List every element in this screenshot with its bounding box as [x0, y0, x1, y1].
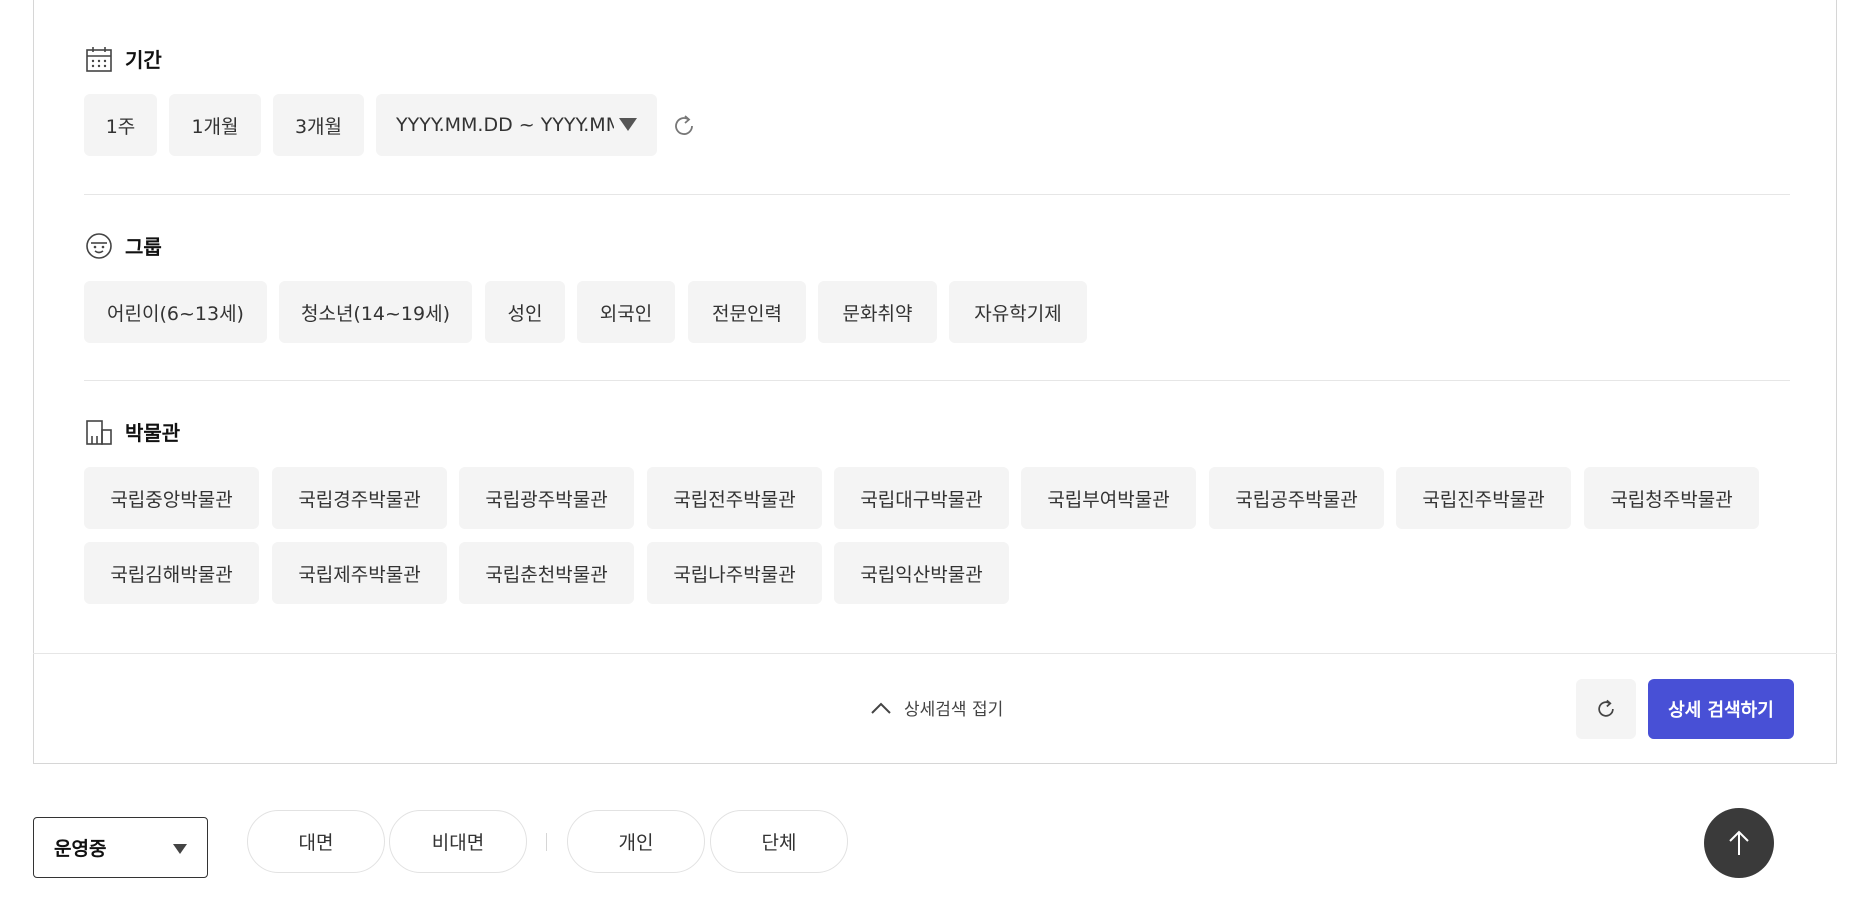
section-divider: [84, 194, 1790, 195]
refresh-icon[interactable]: [670, 112, 698, 140]
period-chip-3month[interactable]: 3개월: [273, 94, 364, 156]
filter-pill-online[interactable]: 비대면: [389, 810, 527, 873]
group-chip-foreigner[interactable]: 외국인: [577, 281, 675, 343]
date-range-select[interactable]: YYYY.MM.DD ~ YYYY.MM.DD: [376, 94, 657, 156]
museum-chip[interactable]: 국립춘천박물관: [459, 542, 634, 604]
status-value: 운영중: [54, 838, 107, 860]
museum-chip[interactable]: 국립중앙박물관: [84, 467, 259, 529]
scroll-to-top-button[interactable]: [1704, 808, 1774, 878]
group-chip-adult[interactable]: 성인: [485, 281, 565, 343]
museum-chip[interactable]: 국립광주박물관: [459, 467, 634, 529]
group-section-title: 그룹: [85, 231, 162, 260]
detail-search-button[interactable]: 상세 검색하기: [1648, 679, 1794, 739]
caret-down-icon: [173, 844, 187, 854]
museum-chip[interactable]: 국립제주박물관: [272, 542, 447, 604]
museum-chip[interactable]: 국립김해박물관: [84, 542, 259, 604]
museum-chip[interactable]: 국립익산박물관: [834, 542, 1009, 604]
museum-chip[interactable]: 국립경주박물관: [272, 467, 447, 529]
group-chip-professional[interactable]: 전문인력: [688, 281, 806, 343]
museum-chip[interactable]: 국립부여박물관: [1021, 467, 1196, 529]
collapse-label: 상세검색 접기: [904, 700, 1004, 720]
filter-pill-in-person[interactable]: 대면: [247, 810, 385, 873]
museum-chip[interactable]: 국립나주박물관: [647, 542, 822, 604]
refresh-icon: [1598, 699, 1614, 717]
museum-section-title: 박물관: [85, 417, 180, 446]
status-select[interactable]: 운영중: [33, 817, 208, 878]
museum-chip[interactable]: 국립전주박물관: [647, 467, 822, 529]
filter-pill-group[interactable]: 단체: [710, 810, 848, 873]
group-title: 그룹: [125, 235, 162, 259]
period-chip-1week[interactable]: 1주: [84, 94, 157, 156]
filter-separator: [546, 833, 547, 851]
caret-down-icon: [619, 118, 637, 131]
group-chip-teens[interactable]: 청소년(14~19세): [279, 281, 472, 343]
period-section-title: 기간: [85, 44, 162, 73]
period-title: 기간: [125, 48, 162, 72]
museum-chip[interactable]: 국립대구박물관: [834, 467, 1009, 529]
period-chip-1month[interactable]: 1개월: [169, 94, 261, 156]
museum-title: 박물관: [125, 421, 181, 445]
museum-chip[interactable]: 국립청주박물관: [1584, 467, 1759, 529]
panel-footer-divider: [33, 653, 1837, 654]
museum-chip[interactable]: 국립공주박물관: [1209, 467, 1384, 529]
reset-button[interactable]: [1576, 679, 1636, 739]
section-divider: [84, 380, 1790, 381]
date-range-value: YYYY.MM.DD ~ YYYY.MM.DD: [396, 114, 614, 136]
face-icon: [86, 232, 112, 259]
calendar-icon: [86, 46, 112, 72]
building-icon: [86, 419, 112, 445]
group-chip-children[interactable]: 어린이(6~13세): [84, 281, 267, 343]
filter-pill-individual[interactable]: 개인: [567, 810, 705, 873]
arrow-up-icon: [1729, 830, 1749, 855]
collapse-detail-search-button[interactable]: 상세검색 접기: [870, 695, 1003, 720]
chevron-up-icon: [871, 702, 891, 714]
group-chip-free-semester[interactable]: 자유학기제: [949, 281, 1087, 343]
museum-chip[interactable]: 국립진주박물관: [1396, 467, 1571, 529]
group-chip-culturally-vulnerable[interactable]: 문화취약: [818, 281, 937, 343]
